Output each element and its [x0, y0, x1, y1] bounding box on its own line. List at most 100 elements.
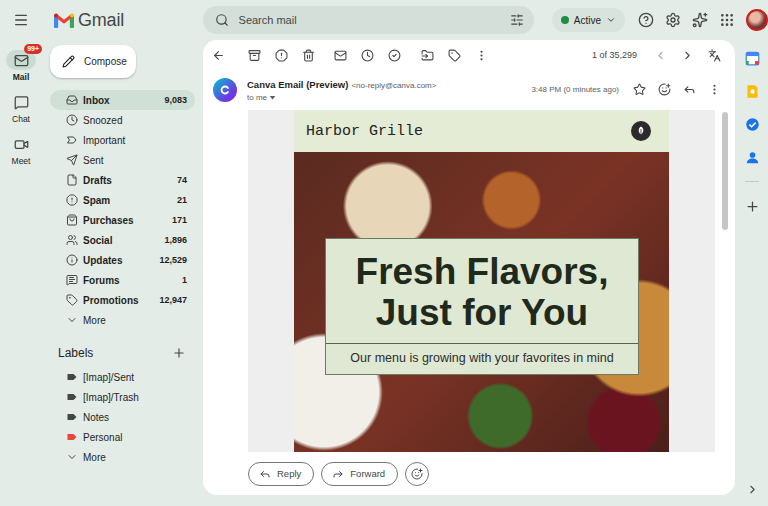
- folder-item[interactable]: Inbox9,083: [50, 90, 195, 110]
- settings-button[interactable]: [662, 9, 684, 31]
- tasks-button[interactable]: [743, 115, 761, 133]
- react-button[interactable]: [653, 78, 675, 100]
- status-dot: [561, 16, 569, 24]
- add-label-button[interactable]: [170, 344, 188, 362]
- plus-icon: [172, 346, 186, 360]
- folder-item[interactable]: Sent: [50, 150, 195, 170]
- body: 99+Mail Chat Meet Compose Inbox9,083SnoozedI…: [0, 40, 768, 506]
- contacts-button[interactable]: [743, 148, 761, 166]
- info-icon: [66, 254, 78, 266]
- rail-item[interactable]: Meet: [6, 134, 36, 166]
- toolbar-group: [416, 44, 492, 66]
- apps-grid-icon: [719, 12, 735, 28]
- message-more-button[interactable]: [703, 78, 725, 100]
- labels-title: Labels: [58, 346, 93, 360]
- reply-action-button[interactable]: Reply: [248, 462, 314, 486]
- previous-button[interactable]: [649, 44, 671, 66]
- send-icon: [66, 154, 78, 166]
- contacts-icon: [745, 150, 760, 165]
- folder-item[interactable]: Promotions12,947: [50, 290, 195, 310]
- emoji-icon: [658, 83, 671, 96]
- gear-icon: [665, 12, 681, 28]
- video-icon: [14, 137, 29, 152]
- sender-info: Canva Email (Preview)<no-reply@canva.com…: [247, 78, 521, 102]
- main-menu-button[interactable]: [10, 9, 32, 31]
- reply-button[interactable]: [678, 78, 700, 100]
- label-item[interactable]: Personal: [50, 427, 195, 447]
- forward-action-button[interactable]: Forward: [321, 462, 398, 486]
- back-button[interactable]: [207, 44, 229, 66]
- tag-icon: [66, 294, 78, 306]
- search-box[interactable]: Search mail: [203, 6, 534, 34]
- recipient[interactable]: to me: [247, 93, 521, 102]
- show-panel-button[interactable]: [743, 480, 761, 498]
- folder-count: 9,083: [164, 95, 187, 105]
- more-button[interactable]: [470, 44, 492, 66]
- language-icon: [708, 49, 721, 62]
- more-vertical-icon: [708, 83, 721, 96]
- menu-icon: [13, 12, 29, 28]
- message-time: 3:48 PM (0 minutes ago): [531, 85, 619, 94]
- folder-item[interactable]: Important: [50, 130, 195, 150]
- headline-box: Fresh Flavors,Just for YouOur menu is gr…: [325, 238, 639, 375]
- filter-icon[interactable]: [510, 13, 524, 27]
- folder-item[interactable]: Drafts74: [50, 170, 195, 190]
- next-button[interactable]: [676, 44, 698, 66]
- gmail-logo[interactable]: Gmail: [54, 10, 124, 31]
- folder-item[interactable]: Updates12,529: [50, 250, 195, 270]
- label-item[interactable]: [Imap]/Trash: [50, 387, 195, 407]
- more-item[interactable]: More: [50, 447, 195, 467]
- status-button[interactable]: Active: [552, 8, 625, 32]
- folder-item[interactable]: Spam21: [50, 190, 195, 210]
- mark-unread-button[interactable]: [329, 44, 351, 66]
- keep-button[interactable]: [743, 82, 761, 100]
- help-button[interactable]: [635, 9, 657, 31]
- add-addon-button[interactable]: [743, 197, 761, 215]
- toolbar-group: [329, 44, 405, 66]
- keep-icon: [745, 84, 760, 99]
- folder-count: 1,896: [164, 235, 187, 245]
- star-button[interactable]: [628, 78, 650, 100]
- label-item[interactable]: Notes: [50, 407, 195, 427]
- folder-item[interactable]: Purchases171: [50, 210, 195, 230]
- input-tools-button[interactable]: [703, 44, 725, 66]
- label-button[interactable]: [443, 44, 465, 66]
- delete-button[interactable]: [297, 44, 319, 66]
- rail-item[interactable]: Chat: [6, 92, 36, 124]
- gmail-window: Gmail Search mail Active 99+Mail Chat Meet Com…: [0, 0, 768, 506]
- scrollbar: [715, 110, 735, 452]
- people-icon: [66, 234, 78, 246]
- move-button[interactable]: [416, 44, 438, 66]
- pager: 1 of 35,299: [592, 50, 637, 60]
- inbox-icon: [66, 94, 78, 106]
- calendar-button[interactable]: [743, 49, 761, 67]
- star-icon: [633, 83, 646, 96]
- emoji-react-button[interactable]: [405, 462, 429, 486]
- rail-item[interactable]: 99+Mail: [6, 50, 36, 82]
- folder-count: 74: [177, 175, 187, 185]
- search-placeholder: Search mail: [239, 14, 500, 26]
- gemini-button[interactable]: [689, 9, 711, 31]
- archive-button[interactable]: [243, 44, 265, 66]
- add-task-button[interactable]: [383, 44, 405, 66]
- headline: Just for You: [376, 292, 588, 333]
- email-header: Harbor Grille: [294, 110, 669, 152]
- leaf-icon: [635, 125, 647, 137]
- compose-button[interactable]: Compose: [50, 45, 136, 78]
- account-avatar[interactable]: [746, 9, 768, 31]
- more-vertical-icon: [475, 49, 488, 62]
- folder-item[interactable]: Social1,896: [50, 230, 195, 250]
- scroll-thumb[interactable]: [722, 112, 728, 230]
- label-item[interactable]: [Imap]/Sent: [50, 367, 195, 387]
- report-spam-button[interactable]: [270, 44, 292, 66]
- canva-logo-icon: [218, 83, 232, 97]
- folder-label: Promotions: [83, 295, 154, 306]
- folder-item[interactable]: Forums1: [50, 270, 195, 290]
- more-item[interactable]: More: [50, 310, 195, 330]
- apps-button[interactable]: [716, 9, 738, 31]
- app-rail: 99+Mail Chat Meet: [0, 40, 42, 506]
- email-canvas: Harbor Grille Fresh Flavors,Just for YouO…: [248, 110, 715, 452]
- caret-down-icon: [269, 94, 276, 101]
- folder-item[interactable]: Snoozed: [50, 110, 195, 130]
- snooze-button[interactable]: [356, 44, 378, 66]
